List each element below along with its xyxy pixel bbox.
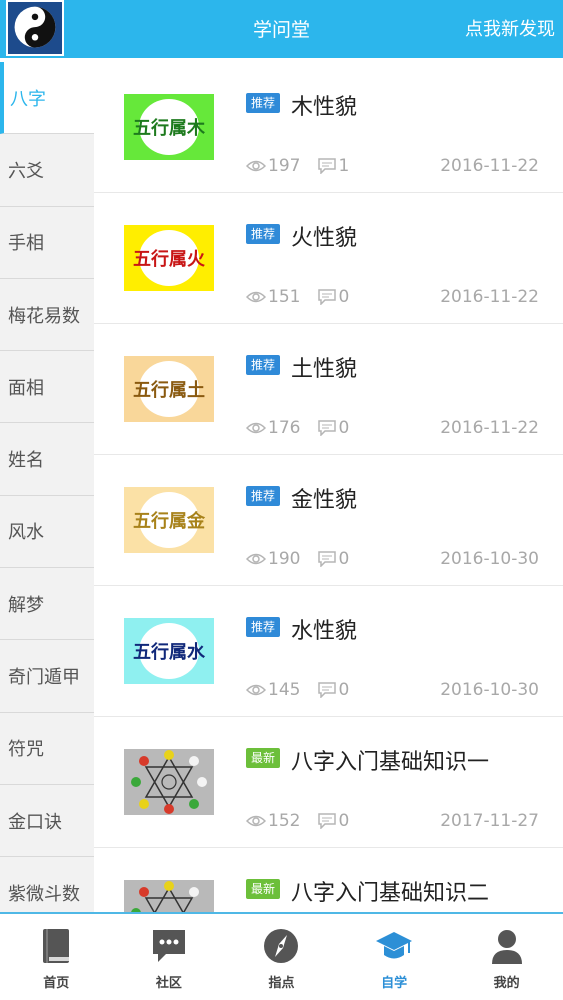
comment-count: 0: [338, 287, 350, 307]
article-title[interactable]: 八字入门基础知识一: [291, 744, 489, 776]
sidebar-item-palmistry[interactable]: 手相: [0, 207, 94, 279]
view-count: 152: [268, 811, 301, 831]
svg-text:五行属金: 五行属金: [133, 510, 206, 532]
article-item[interactable]: 五行属火 推荐 火性貌 151 0 2016-11-22: [94, 193, 563, 324]
sidebar-item-face-reading[interactable]: 面相: [0, 351, 94, 424]
discover-button[interactable]: 点我新发现: [465, 15, 555, 41]
comment-icon: [318, 420, 337, 436]
comment-icon: [318, 551, 337, 567]
graduation-cap-icon: [376, 932, 413, 959]
article-date: 2017-11-27: [440, 811, 539, 831]
recommend-badge: 推荐: [246, 355, 281, 375]
sidebar-item-qimen[interactable]: 奇门遁甲: [0, 640, 94, 713]
top-bar: 学问堂 点我新发现: [0, 0, 563, 58]
tab-self-study[interactable]: 自学: [338, 914, 451, 1000]
article-title[interactable]: 水性貌: [291, 613, 357, 645]
article-item[interactable]: 五行属水 推荐 水性貌 145 0 2016-10-30: [94, 586, 563, 717]
article-title[interactable]: 木性貌: [291, 89, 357, 121]
article-item[interactable]: 五行属木 推荐 木性貌 197 1 2016-11-22: [94, 62, 563, 193]
article-date: 2016-10-30: [440, 680, 539, 700]
sidebar-item-liuyao[interactable]: 六爻: [0, 134, 94, 207]
eye-icon: [246, 422, 266, 434]
person-icon: [491, 930, 522, 964]
article-item[interactable]: 五行属土 推荐 土性貌 176 0 2016-11-22: [94, 324, 563, 455]
compass-icon: [264, 929, 299, 963]
new-badge: 最新: [246, 748, 281, 768]
comment-count: 0: [338, 418, 350, 438]
article-title[interactable]: 火性貌: [291, 220, 357, 252]
article-date: 2016-11-22: [440, 156, 539, 176]
comment-icon: [318, 158, 337, 174]
article-date: 2016-10-30: [440, 549, 539, 569]
tab-guidance[interactable]: 指点: [225, 914, 338, 1000]
article-thumbnail: 五行属土: [124, 356, 214, 422]
comment-icon: [318, 813, 337, 829]
chat-icon: [152, 930, 185, 962]
category-sidebar: 八字 六爻 手相 梅花易数 面相 姓名 风水 解梦 奇门遁甲 符咒 金口诀 紫微…: [0, 62, 94, 912]
view-count: 197: [268, 156, 301, 176]
article-title[interactable]: 金性貌: [291, 482, 357, 514]
app-root: 学问堂 点我新发现 八字 六爻 手相 梅花易数 面相 姓名 风水 解梦 奇门遁甲…: [0, 0, 563, 1000]
article-title[interactable]: 八字入门基础知识二: [291, 875, 489, 907]
article-item[interactable]: 最新 八字入门基础知识一 152 0 2017-11-27: [94, 717, 563, 848]
article-item[interactable]: 最新 八字入门基础知识二: [94, 848, 563, 912]
comment-count: 1: [338, 156, 350, 176]
comment-count: 0: [338, 680, 350, 700]
new-badge: 最新: [246, 879, 281, 899]
article-item[interactable]: 五行属金 推荐 金性貌 190 0 2016-10-30: [94, 455, 563, 586]
tab-label: 自学: [381, 976, 408, 991]
svg-text:五行属土: 五行属土: [133, 379, 205, 401]
book-icon: [43, 929, 70, 963]
recommend-badge: 推荐: [246, 224, 281, 244]
comment-count: 0: [338, 549, 350, 569]
comment-count: 0: [338, 811, 350, 831]
view-count: 151: [268, 287, 301, 307]
recommend-badge: 推荐: [246, 617, 281, 637]
article-thumbnail: 五行属金: [124, 487, 214, 553]
view-count: 145: [268, 680, 301, 700]
view-count: 190: [268, 549, 301, 569]
sidebar-item-jinkoujue[interactable]: 金口诀: [0, 785, 94, 858]
tab-label: 指点: [268, 976, 295, 991]
sidebar-item-talisman[interactable]: 符咒: [0, 713, 94, 785]
comment-icon: [318, 682, 337, 698]
article-thumbnail: 五行属火: [124, 225, 214, 291]
sidebar-item-fengshui[interactable]: 风水: [0, 496, 94, 569]
article-date: 2016-11-22: [440, 287, 539, 307]
eye-icon: [246, 291, 266, 303]
svg-text:五行属木: 五行属木: [133, 117, 206, 139]
tab-label: 首页: [43, 976, 70, 991]
view-count: 176: [268, 418, 301, 438]
tab-label: 我的: [493, 976, 520, 991]
article-date: 2016-11-22: [440, 418, 539, 438]
eye-icon: [246, 815, 266, 827]
tab-mine[interactable]: 我的: [450, 914, 563, 1000]
article-list: 五行属木 推荐 木性貌 197 1 2016-11-22 五行属火 推荐 火性貌: [94, 62, 563, 912]
eye-icon: [246, 553, 266, 565]
recommend-badge: 推荐: [246, 93, 281, 113]
tab-home[interactable]: 首页: [0, 914, 113, 1000]
comment-icon: [318, 289, 337, 305]
eye-icon: [246, 160, 266, 172]
sidebar-item-meihua[interactable]: 梅花易数: [0, 279, 94, 352]
bottom-tab-bar: 首页 社区 指点 自学 我的: [0, 912, 563, 1000]
bazi-diagram-thumbnail: [124, 880, 214, 912]
sidebar-item-dream[interactable]: 解梦: [0, 568, 94, 641]
sidebar-item-bazi[interactable]: 八字: [0, 62, 94, 135]
tab-community[interactable]: 社区: [113, 914, 226, 1000]
svg-text:五行属火: 五行属火: [133, 248, 206, 270]
article-thumbnail: 五行属水: [124, 618, 214, 684]
sidebar-item-name[interactable]: 姓名: [0, 423, 94, 496]
article-thumbnail: 五行属木: [124, 94, 214, 160]
eye-icon: [246, 684, 266, 696]
tab-label: 社区: [155, 976, 182, 991]
svg-text:五行属水: 五行属水: [133, 641, 206, 663]
article-title[interactable]: 土性貌: [291, 351, 357, 383]
bazi-diagram-thumbnail: [124, 749, 214, 815]
sidebar-item-ziwei[interactable]: 紫微斗数: [0, 857, 94, 912]
recommend-badge: 推荐: [246, 486, 281, 506]
